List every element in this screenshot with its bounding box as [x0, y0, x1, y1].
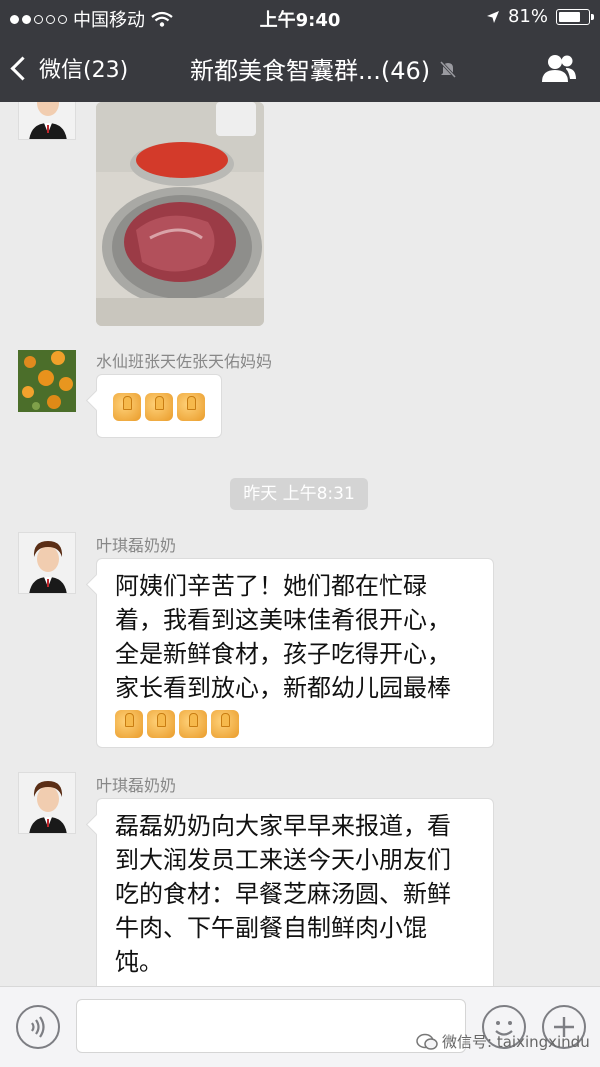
sender-name: 叶琪磊奶奶 — [96, 776, 177, 795]
timestamp: 昨天 上午8:31 — [230, 478, 368, 510]
voice-icon — [31, 1016, 45, 1038]
message-bubble[interactable] — [96, 374, 222, 438]
avatar[interactable] — [18, 772, 76, 834]
avatar[interactable] — [18, 532, 76, 594]
thumbs-up-icon — [113, 393, 141, 421]
chat-title: 新都美食智囊群...(46) — [190, 51, 458, 86]
thumbs-up-icon — [179, 710, 207, 738]
message-bubble[interactable]: 阿姨们辛苦了！她们都在忙碌 着，我看到这美味佳肴很开心， 全是新鲜食材，孩子吃得… — [96, 558, 494, 748]
location-arrow-icon — [486, 10, 499, 23]
status-bar: 中国移动 上午9:40 81% — [0, 0, 600, 34]
thumbs-up-icon — [115, 710, 143, 738]
wechat-logo-icon — [416, 1033, 438, 1050]
message-bubble[interactable]: 磊磊奶奶向大家早早来报道，看 到大润发员工来送今天小朋友们 吃的食材：早餐芝麻汤… — [96, 798, 494, 986]
mute-bell-icon — [440, 60, 457, 78]
message-line: 全是新鲜食材，孩子吃得开心， — [115, 640, 451, 668]
battery-percent: 81% — [507, 6, 548, 27]
message-line: 磊磊奶奶向大家早早来报道，看 — [115, 812, 451, 840]
sender-name: 水仙班张天佐张天佑妈妈 — [96, 352, 273, 371]
thumbs-up-emoji — [113, 393, 205, 421]
nav-bar: 微信(23) 新都美食智囊群...(46) — [0, 34, 600, 102]
message-line: 牛肉、下午副餐自制鲜肉小馄 — [115, 914, 427, 942]
thumbs-up-icon — [147, 710, 175, 738]
chat-area[interactable]: 水仙班张天佐张天佑妈妈 昨天 上午8:31 叶琪磊奶奶 阿姨们辛苦了！她们都在忙… — [0, 102, 600, 986]
avatar[interactable] — [18, 102, 76, 140]
message-line: 饨。 — [115, 948, 163, 976]
message-line: 到大润发员工来送今天小朋友们 — [115, 846, 451, 874]
thumbs-up-icon — [145, 393, 173, 421]
back-button[interactable]: 微信(23) — [10, 52, 129, 84]
thumbs-up-icon — [177, 393, 205, 421]
battery-icon — [556, 8, 594, 25]
back-label: 微信(23) — [39, 58, 129, 83]
thumbs-up-icon — [211, 710, 239, 738]
message-line: 吃的食材：早餐芝麻汤圆、新鲜 — [115, 880, 451, 908]
sender-name: 叶琪磊奶奶 — [96, 536, 177, 555]
message-line: 阿姨们辛苦了！她们都在忙碌 — [115, 572, 427, 600]
voice-button[interactable] — [16, 1005, 60, 1049]
thumbs-up-emoji — [115, 710, 239, 738]
message-line: 着，我看到这美味佳肴很开心， — [115, 606, 451, 634]
chat-image[interactable] — [96, 102, 264, 326]
chevron-left-icon — [10, 55, 35, 81]
message-input[interactable] — [76, 999, 466, 1053]
input-bar: 微信号: taixingxindu — [0, 986, 600, 1067]
avatar[interactable] — [18, 350, 76, 412]
watermark-text: 微信号: taixingxindu — [442, 1033, 590, 1051]
group-name: 新都美食智囊群...(46) — [190, 57, 431, 85]
people-icon[interactable] — [540, 52, 578, 84]
watermark: 微信号: taixingxindu — [416, 1031, 590, 1052]
message-line: 家长看到放心，新都幼儿园最棒 — [115, 674, 451, 702]
